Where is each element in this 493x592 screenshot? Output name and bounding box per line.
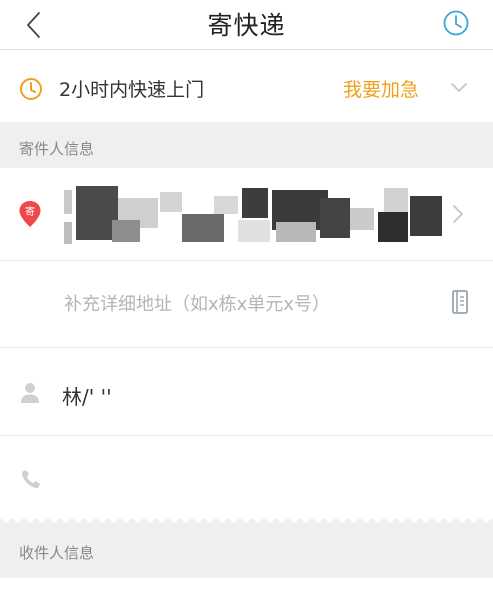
zigzag-divider [0, 518, 493, 526]
navigation-bar: 寄快递 [0, 0, 493, 50]
detail-address-row [0, 260, 493, 348]
sender-address-row[interactable]: 寄 [0, 168, 493, 260]
urgent-pickup-row[interactable]: 2小时内快速上门 我要加急 [0, 60, 493, 118]
page-title: 寄快递 [207, 11, 286, 40]
chevron-down-icon[interactable] [449, 81, 469, 95]
sender-badge-text: 寄 [25, 205, 35, 218]
receiver-row-top [0, 578, 493, 592]
sender-name-row[interactable]: 林/' '' [0, 350, 493, 436]
sender-pin-icon: 寄 [19, 201, 41, 227]
chevron-right-icon[interactable] [452, 204, 464, 224]
expedite-button[interactable]: 我要加急 [343, 75, 419, 102]
sender-name-value: 林/' '' [62, 385, 112, 409]
sender-phone-row[interactable] [0, 436, 493, 522]
receiver-section-label: 收件人信息 [19, 544, 95, 562]
receiver-section-header: 收件人信息 [0, 526, 493, 578]
sender-section-label: 寄件人信息 [19, 140, 95, 158]
address-book-icon[interactable] [452, 290, 468, 314]
detail-address-input[interactable] [64, 289, 424, 319]
person-icon [21, 383, 39, 403]
clock-icon [20, 78, 42, 100]
sender-section-header: 寄件人信息 [0, 122, 493, 168]
urgent-pickup-label: 2小时内快速上门 [59, 79, 205, 101]
phone-icon [22, 470, 40, 488]
clock-icon[interactable] [441, 8, 471, 38]
